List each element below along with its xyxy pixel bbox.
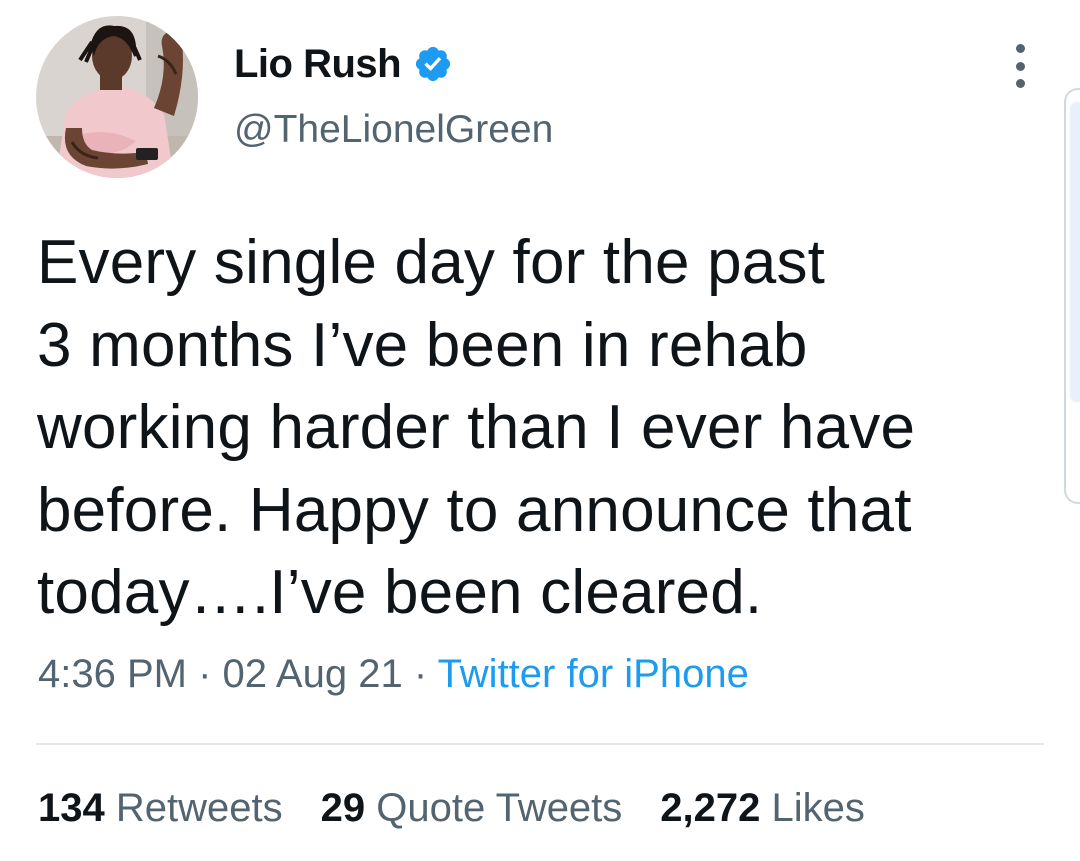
display-name-row: Lio Rush (234, 38, 553, 90)
tweet-text-line: today….I’ve been cleared. (37, 558, 763, 627)
tweet-text-line: 3 months I’ve been in rehab (37, 310, 808, 380)
quote-tweets-count: 29 (320, 786, 377, 830)
retweets-label: Retweets (115, 786, 283, 830)
meta-separator: · (413, 652, 438, 696)
tweet-time[interactable]: 4:36 PM (38, 652, 187, 696)
tweet-metadata: 4:36 PM · 02 Aug 21 · Twitter for iPhone (38, 652, 749, 697)
retweets-stat[interactable]: 134 Retweets (38, 786, 283, 831)
tweet-stats: 134 Retweets 29 Quote Tweets 2,272 Likes (38, 786, 903, 831)
tweet-text-line: before. Happy to announce that (37, 475, 912, 545)
more-dot (1015, 61, 1025, 71)
tweet-header: Lio Rush @TheLionelGreen (36, 16, 553, 178)
tweet-detail-view: Lio Rush @TheLionelGreen Every single da… (0, 0, 1080, 861)
display-name[interactable]: Lio Rush (234, 42, 402, 87)
author-info: Lio Rush @TheLionelGreen (234, 38, 553, 152)
more-dot (1015, 44, 1025, 53)
likes-stat[interactable]: 2,272 Likes (660, 786, 865, 831)
likes-label: Likes (771, 786, 865, 830)
verified-badge-icon (413, 44, 453, 84)
side-panel-edge (1064, 88, 1080, 504)
tweet-source-link[interactable]: Twitter for iPhone (438, 652, 749, 696)
avatar-image (36, 16, 198, 178)
more-dot (1015, 79, 1025, 88)
user-handle[interactable]: @TheLionelGreen (234, 108, 553, 152)
divider (36, 743, 1044, 745)
likes-count: 2,272 (660, 786, 772, 830)
tweet-text-line: Every single day for the past (37, 228, 826, 297)
more-options-icon[interactable] (1006, 44, 1034, 88)
tweet-text-line: working harder than I ever have (37, 393, 916, 462)
quote-tweets-label: Quote Tweets (376, 786, 623, 830)
meta-separator: · (198, 652, 223, 696)
avatar[interactable] (36, 16, 198, 178)
quote-tweets-stat[interactable]: 29 Quote Tweets (321, 786, 623, 831)
tweet-date[interactable]: 02 Aug 21 (223, 652, 403, 696)
retweets-count: 134 (38, 786, 116, 830)
tweet-text: Every single day for the past 3 months I… (37, 222, 1037, 635)
